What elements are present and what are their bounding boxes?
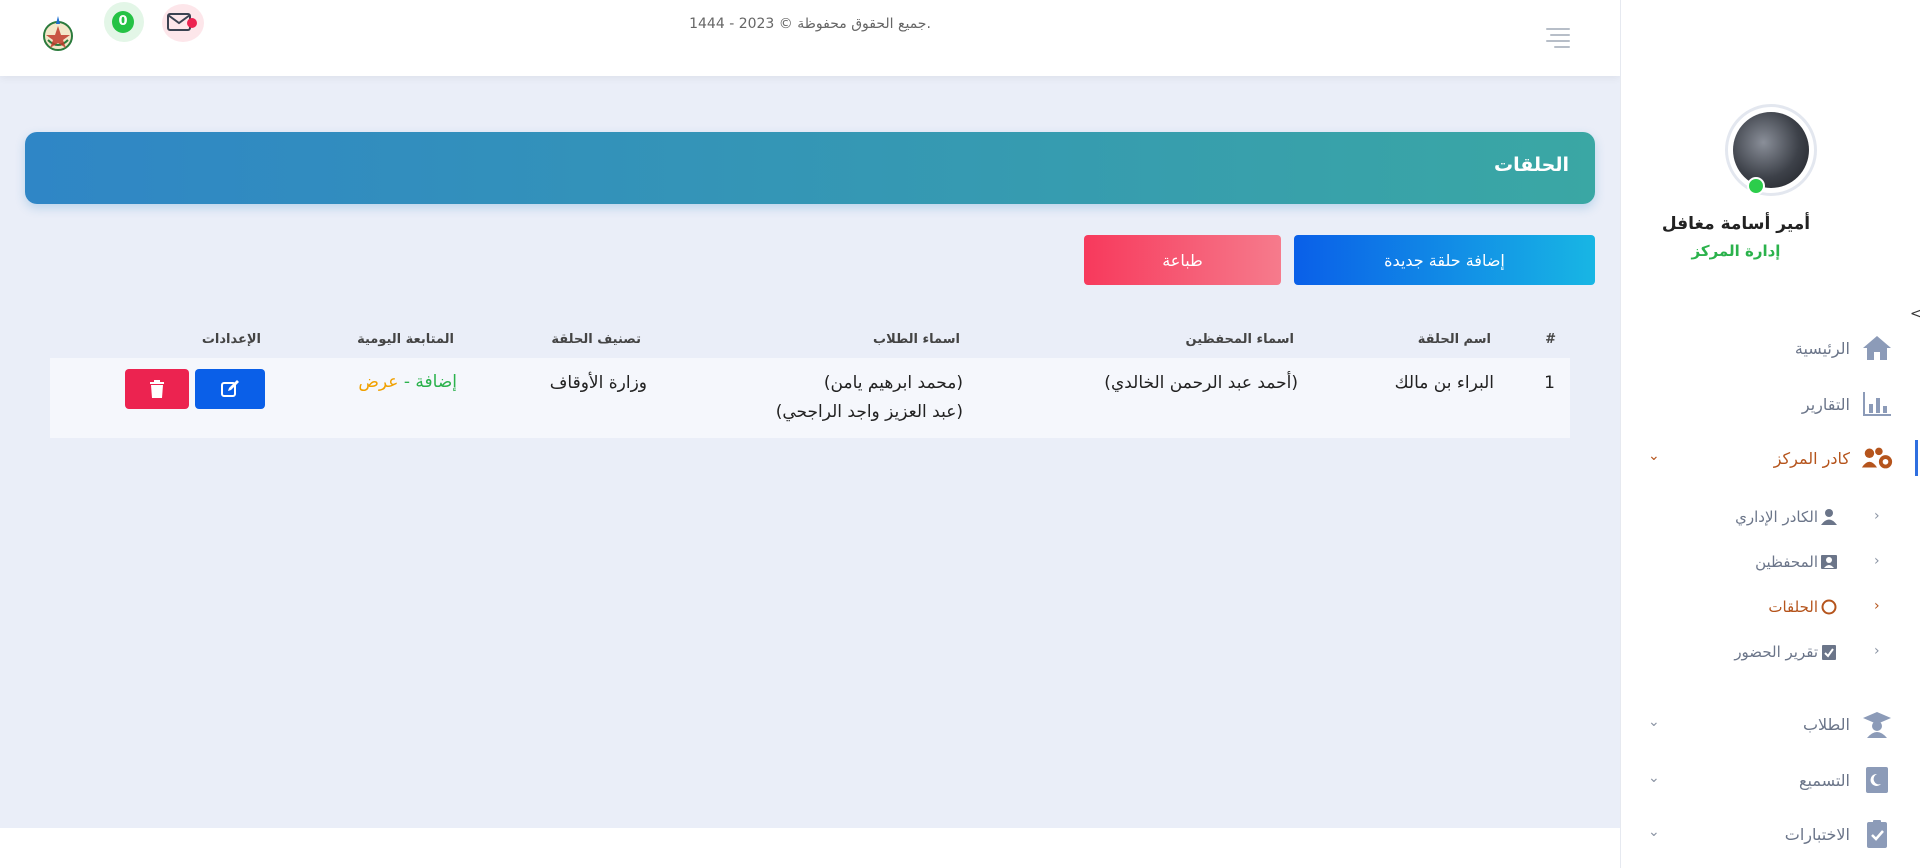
online-status-icon <box>1747 177 1765 195</box>
home-icon <box>1860 333 1894 363</box>
sidebar-item-label: التسميع <box>1798 770 1850 790</box>
followup-view-link[interactable]: عرض <box>358 372 398 392</box>
table-header-students: اسماء الطلاب <box>873 332 960 347</box>
delete-button[interactable] <box>125 369 189 409</box>
user-role: إدارة المركز <box>1691 242 1781 260</box>
cell-category: وزارة الأوقاف <box>549 373 647 393</box>
chart-icon <box>1860 389 1894 419</box>
sidebar-subitem-attendance[interactable]: تقرير الحضور <box>1734 639 1838 665</box>
user-avatar[interactable] <box>1725 104 1817 196</box>
sidebar-collapse-icon[interactable]: < <box>1910 306 1920 322</box>
followup-separator: - <box>398 372 416 392</box>
sidebar-subitem-admin-staff[interactable]: الكادر الإداري <box>1735 504 1838 530</box>
quran-book-icon <box>1860 765 1894 795</box>
page-title: الحلقات <box>1494 154 1569 176</box>
attendance-icon <box>1820 643 1838 661</box>
staff-gear-icon <box>1860 443 1894 473</box>
cell-circle-name: البراء بن مالك <box>1394 373 1494 393</box>
sidebar-item-students[interactable]: الطلاب <box>1803 708 1894 740</box>
cell-students-2: (عبد العزيز واجد الراجحي) <box>775 402 963 422</box>
trash-icon <box>150 380 164 398</box>
chevron-right-icon: › <box>1874 598 1880 614</box>
add-circle-button[interactable]: إضافة حلقة جديدة <box>1294 235 1595 285</box>
sidebar-subitem-label: الكادر الإداري <box>1735 508 1818 526</box>
sidebar-item-label: التقارير <box>1801 394 1850 414</box>
edit-icon <box>221 380 239 397</box>
page-header-banner: الحلقات <box>25 132 1595 204</box>
table-header-name: اسم الحلقة <box>1417 332 1491 347</box>
sidebar-item-reports[interactable]: التقارير <box>1802 388 1894 420</box>
print-button[interactable]: طباعة <box>1084 235 1281 285</box>
followup-add-link[interactable]: إضافة <box>415 372 457 392</box>
cell-index: 1 <box>1544 373 1555 393</box>
sidebar-subitem-label: الحلقات <box>1768 598 1818 616</box>
sidebar-subitem-label: تقرير الحضور <box>1734 643 1818 661</box>
sidebar-item-label: الرئيسية <box>1794 338 1850 358</box>
teacher-icon <box>1820 553 1838 571</box>
top-bar: 0 <box>0 0 1620 76</box>
cell-teachers: (أحمد عبد الرحمن الخالدي) <box>1104 373 1298 393</box>
cell-followup: إضافة - عرض <box>358 372 457 392</box>
clipboard-check-icon <box>1860 819 1894 849</box>
chevron-right-icon: › <box>1874 508 1880 524</box>
sidebar-item-label: كادر المركز <box>1773 448 1850 468</box>
cell-students-1: (محمد ابرهيم يامن) <box>823 373 963 393</box>
active-indicator <box>1915 440 1918 476</box>
sidebar-item-label: الاختبارات <box>1784 824 1850 844</box>
footer <box>0 828 1620 868</box>
table-header-index: # <box>1545 332 1556 347</box>
sidebar-item-staff[interactable]: كادر المركز <box>1774 442 1894 474</box>
table-header-followup: المتابعة اليومية <box>357 332 454 347</box>
sidebar-item-recitation[interactable]: التسميع <box>1799 764 1894 796</box>
edit-button[interactable] <box>195 369 265 409</box>
table-header-teachers: اسماء المحفظين <box>1185 332 1294 347</box>
sidebar-subitem-teachers[interactable]: المحفظين <box>1755 549 1838 575</box>
sidebar-subitem-circles[interactable]: الحلقات <box>1768 594 1838 620</box>
sidebar-item-home[interactable]: الرئيسية <box>1795 332 1894 364</box>
sidebar-item-exams[interactable]: الاختبارات <box>1785 818 1894 850</box>
copyright-text: جميع الحقوق محفوظة © 2023 - 1444. <box>689 16 931 32</box>
admin-user-icon <box>1820 508 1838 526</box>
chevron-right-icon: › <box>1874 553 1880 569</box>
sidebar-item-label: الطلاب <box>1802 714 1850 734</box>
chevron-down-icon[interactable]: ⌄ <box>1648 824 1660 840</box>
circle-icon <box>1820 598 1838 616</box>
graduate-icon <box>1860 709 1894 739</box>
table-header-settings: الإعدادات <box>201 332 261 347</box>
sidebar-subitem-label: المحفظين <box>1755 553 1818 571</box>
chevron-right-icon: › <box>1874 643 1880 659</box>
table-header-category: تصنيف الحلقة <box>551 332 641 347</box>
chevron-down-icon[interactable]: ⌄ <box>1648 448 1660 464</box>
user-name: أمير أسامة مغافل <box>1661 214 1811 234</box>
chevron-down-icon[interactable]: ⌄ <box>1648 770 1660 786</box>
chevron-down-icon[interactable]: ⌄ <box>1648 714 1660 730</box>
